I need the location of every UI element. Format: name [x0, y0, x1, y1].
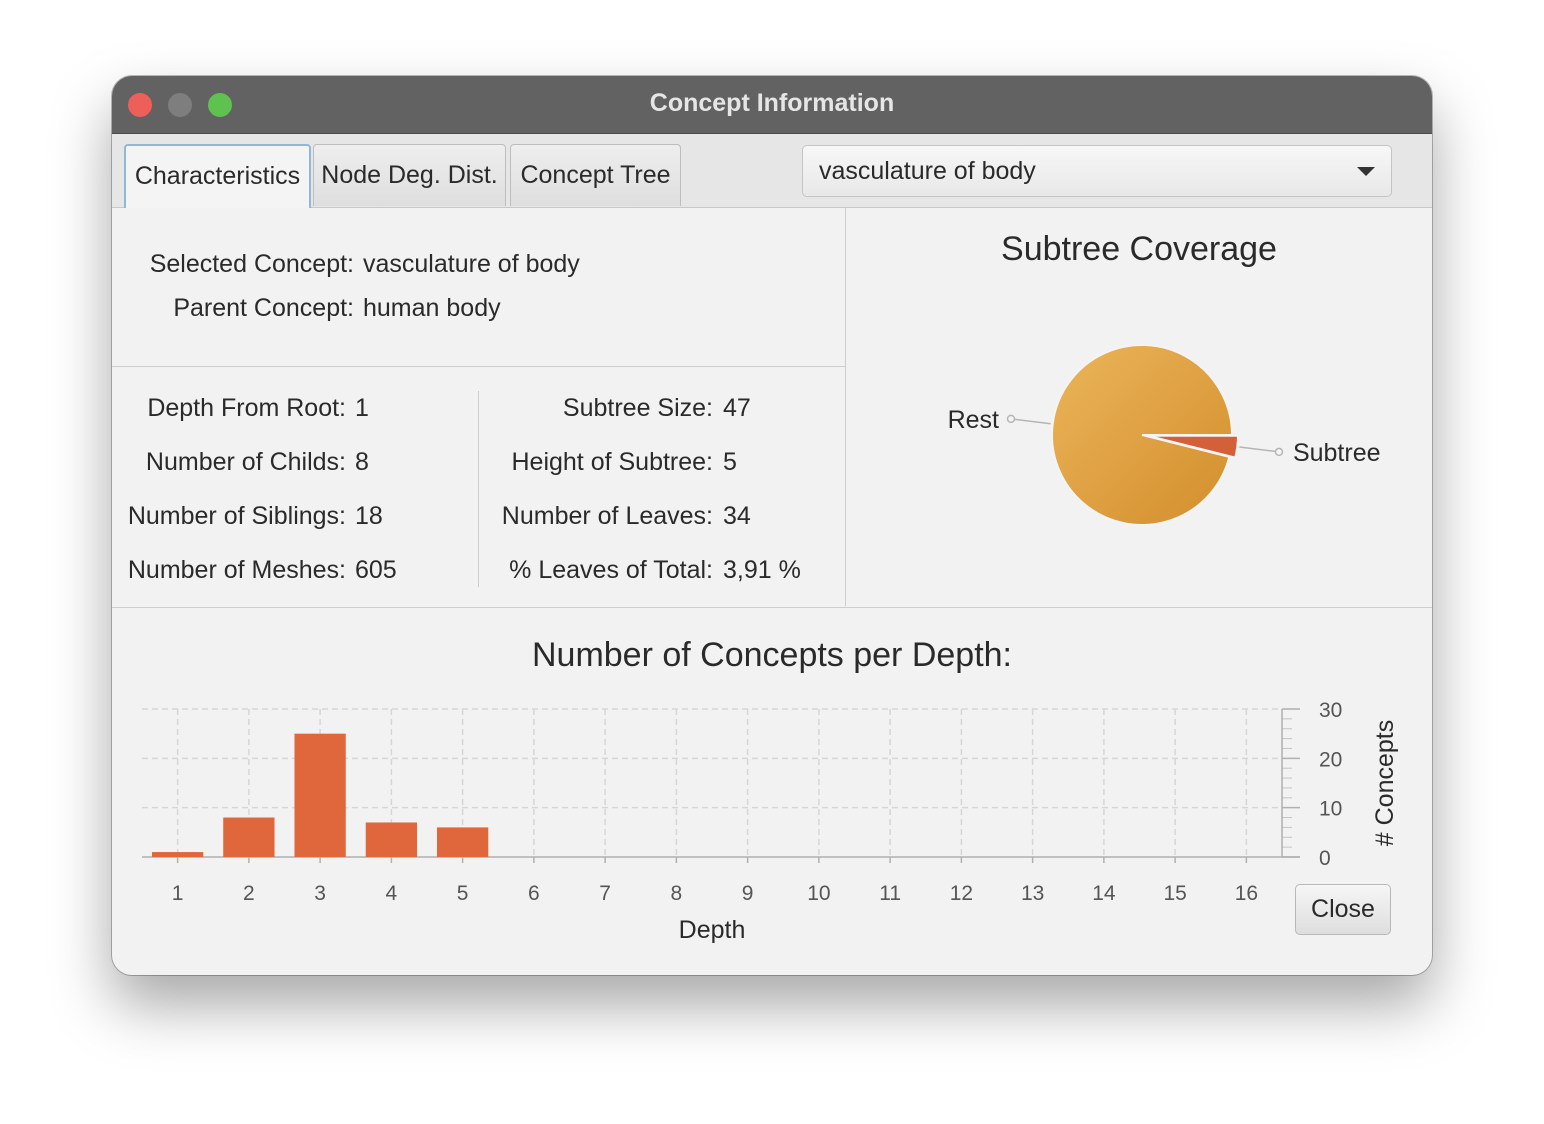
bar — [365, 822, 418, 857]
selected-concept-value: vasculature of body — [363, 250, 580, 278]
selected-concept-label: Selected Concept: — [149, 250, 354, 278]
stat-label: Number of Siblings: — [127, 502, 346, 530]
pie-leader-dot — [1006, 414, 1016, 424]
stat-value: 18 — [355, 502, 383, 530]
stat-label: Number of Meshes: — [127, 556, 346, 584]
concept-information-window: Concept Information Characteristics Node… — [112, 76, 1432, 975]
x-tick-label: 8 — [671, 882, 683, 905]
bar — [294, 733, 346, 857]
concept-select[interactable]: vasculature of body — [802, 145, 1392, 197]
pie-label-subtree: Subtree — [1293, 439, 1381, 467]
x-axis-label: Depth — [679, 916, 746, 944]
pie-leader-dot — [1274, 447, 1284, 457]
stat-label: Height of Subtree: — [511, 448, 713, 476]
x-tick-label: 13 — [1021, 882, 1044, 905]
close-button[interactable]: Close — [1295, 884, 1391, 935]
x-tick-label: 5 — [457, 882, 469, 905]
x-tick-label: 2 — [243, 882, 255, 905]
tab-concept-tree[interactable]: Concept Tree — [510, 144, 681, 206]
x-tick-label: 4 — [386, 882, 398, 905]
y-tick-label: 0 — [1319, 847, 1331, 870]
subtree-coverage-pie-chart: Rest Subtree — [948, 344, 1381, 526]
pie-leader-line — [1239, 446, 1280, 453]
stats-divider — [478, 391, 479, 587]
x-tick-label: 15 — [1163, 882, 1186, 905]
window-title: Concept Information — [649, 89, 895, 117]
stat-value: 605 — [355, 556, 397, 584]
tab-node-deg-dist[interactable]: Node Deg. Dist. — [313, 144, 506, 206]
bar-chart-title: Number of Concepts per Depth: — [531, 636, 1013, 674]
pie-label-rest: Rest — [948, 406, 999, 434]
concepts-per-depth-bar-chart: 01020301 2 3 4 5 6 7 8 9 10 11 12 13 14 15 16Depth# Con… — [142, 699, 1399, 944]
stat-label: Depth From Root: — [147, 394, 346, 422]
stat-label: Number of Childs: — [145, 448, 346, 476]
x-tick-label: 14 — [1092, 882, 1116, 905]
bar — [151, 852, 204, 857]
x-tick-label: 12 — [950, 882, 973, 905]
x-tick-label: 16 — [1235, 882, 1258, 905]
stat-label: % Leaves of Total: — [509, 556, 713, 584]
concept-select-value: vasculature of body — [819, 157, 1036, 185]
bar — [436, 827, 489, 857]
x-tick-label: 6 — [528, 882, 540, 905]
stat-value: 3,91 % — [723, 556, 801, 584]
tab-characteristics[interactable]: Characteristics — [124, 144, 311, 208]
x-tick-label: 3 — [314, 882, 326, 905]
x-tick-label: 10 — [807, 882, 830, 905]
x-tick-label: 9 — [742, 882, 754, 905]
stat-label: Subtree Size: — [562, 394, 713, 422]
x-tick-label: 11 — [879, 882, 901, 905]
y-axis-label: # Concepts — [1371, 720, 1399, 846]
pie-leader-line — [1010, 418, 1051, 425]
stat-value: 1 — [355, 394, 369, 422]
section-divider — [112, 607, 1432, 608]
parent-concept-value: human body — [363, 294, 501, 322]
stat-value: 8 — [355, 448, 369, 476]
stat-value: 5 — [723, 448, 737, 476]
y-tick-label: 30 — [1319, 699, 1342, 722]
title-bar: Concept Information — [112, 76, 1432, 134]
stat-label: Number of Leaves: — [501, 502, 713, 530]
y-tick-label: 10 — [1319, 798, 1342, 821]
x-tick-label: 7 — [599, 882, 611, 905]
bar — [223, 817, 275, 857]
stat-value: 47 — [723, 394, 751, 422]
chevron-down-icon[interactable] — [1357, 167, 1375, 176]
y-tick-label: 20 — [1319, 748, 1342, 771]
stat-value: 34 — [723, 502, 751, 530]
parent-concept-label: Parent Concept: — [173, 294, 354, 322]
info-divider — [112, 366, 845, 367]
x-tick-label: 1 — [172, 882, 184, 905]
tab-bar: Characteristics Node Deg. Dist. Concept … — [112, 134, 1432, 208]
